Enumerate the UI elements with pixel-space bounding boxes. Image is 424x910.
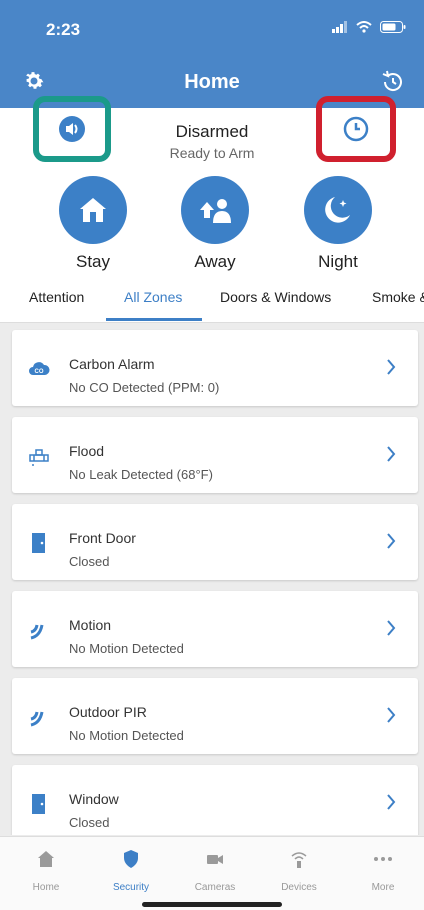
zone-status: Closed (69, 554, 110, 569)
arm-stay-button[interactable]: Stay (57, 176, 129, 272)
arm-away-label: Away (194, 252, 236, 271)
zone-name: Window (69, 791, 119, 807)
door-icon (32, 533, 45, 553)
chevron-right-icon (387, 446, 396, 462)
wifi-icon (356, 21, 372, 33)
tab-attention[interactable]: Attention (29, 289, 84, 305)
zone-list: CO Carbon Alarm No CO Detected (PPM: 0) … (0, 323, 424, 835)
nav-security[interactable]: Security (96, 849, 166, 893)
app-header: 2:23 Home (0, 0, 424, 108)
zone-tabs: Attention All Zones Doors & Windows Smok… (0, 284, 424, 323)
zone-card-window[interactable]: Window Closed (12, 765, 418, 835)
nav-more[interactable]: More (348, 849, 418, 893)
arm-away-button[interactable]: Away (179, 176, 251, 272)
chevron-right-icon (387, 620, 396, 636)
status-icons (332, 21, 406, 33)
zone-name: Carbon Alarm (69, 356, 155, 372)
shield-icon (124, 850, 138, 868)
signal-icon (332, 21, 347, 33)
zone-card-outdoor-pir[interactable]: Outdoor PIR No Motion Detected (12, 678, 418, 754)
motion-icon (30, 711, 44, 727)
zone-card-carbon-alarm[interactable]: CO Carbon Alarm No CO Detected (PPM: 0) (12, 330, 418, 406)
active-tab-indicator (106, 318, 202, 321)
pipe-icon (29, 449, 49, 466)
wireless-device-icon (291, 852, 307, 868)
nav-devices-label: Devices (281, 882, 317, 893)
svg-text:CO: CO (35, 369, 44, 375)
alarm-state: Disarmed (175, 122, 249, 141)
zone-card-front-door[interactable]: Front Door Closed (12, 504, 418, 580)
home-icon (38, 851, 54, 867)
history-icon[interactable] (380, 69, 406, 95)
people-icon (181, 176, 249, 244)
arm-night-label: Night (318, 252, 358, 271)
chevron-right-icon (387, 359, 396, 375)
zone-card-flood[interactable]: Flood No Leak Detected (68°F) (12, 417, 418, 493)
zone-status: No CO Detected (PPM: 0) (69, 380, 220, 395)
chevron-right-icon (387, 794, 396, 810)
chevron-right-icon (387, 533, 396, 549)
video-camera-icon (207, 855, 223, 864)
zone-name: Front Door (69, 530, 136, 546)
sound-button[interactable] (33, 96, 111, 162)
status-time: 2:23 (46, 20, 81, 39)
nav-home[interactable]: Home (11, 849, 81, 893)
nav-devices[interactable]: Devices (264, 849, 334, 893)
tab-doors-windows[interactable]: Doors & Windows (220, 289, 331, 305)
motion-icon (30, 624, 44, 640)
zone-status: No Motion Detected (69, 728, 184, 743)
zone-card-motion[interactable]: Motion No Motion Detected (12, 591, 418, 667)
co-cloud-icon: CO (29, 362, 50, 375)
window-icon (32, 794, 45, 814)
arm-night-button[interactable]: Night (302, 176, 374, 272)
nav-security-label: Security (112, 882, 150, 893)
tab-smoke[interactable]: Smoke & (372, 289, 424, 305)
more-dots-icon (374, 857, 392, 861)
bottom-nav: Home Security Cameras Devices More (0, 836, 424, 910)
home-indicator (142, 902, 282, 907)
chevron-right-icon (387, 707, 396, 723)
zone-name: Outdoor PIR (69, 704, 147, 720)
nav-cameras-label: Cameras (194, 882, 236, 893)
nav-cameras[interactable]: Cameras (180, 849, 250, 893)
moon-icon (304, 176, 372, 244)
house-icon (59, 176, 127, 244)
zone-name: Motion (69, 617, 112, 633)
speaker-icon (59, 116, 85, 142)
zone-status: No Leak Detected (68°F) (69, 467, 213, 482)
clock-icon (343, 116, 369, 142)
battery-icon (380, 21, 406, 33)
zone-status: Closed (69, 815, 110, 830)
zone-name: Flood (69, 443, 105, 459)
page-title: Home (184, 71, 240, 93)
arm-stay-label: Stay (75, 252, 111, 271)
schedule-button[interactable] (316, 96, 396, 162)
nav-home-label: Home (32, 882, 60, 893)
nav-more-label: More (371, 882, 395, 893)
alarm-substate: Ready to Arm (169, 145, 255, 161)
tab-all-zones[interactable]: All Zones (124, 289, 182, 305)
zone-status: No Motion Detected (69, 641, 184, 656)
